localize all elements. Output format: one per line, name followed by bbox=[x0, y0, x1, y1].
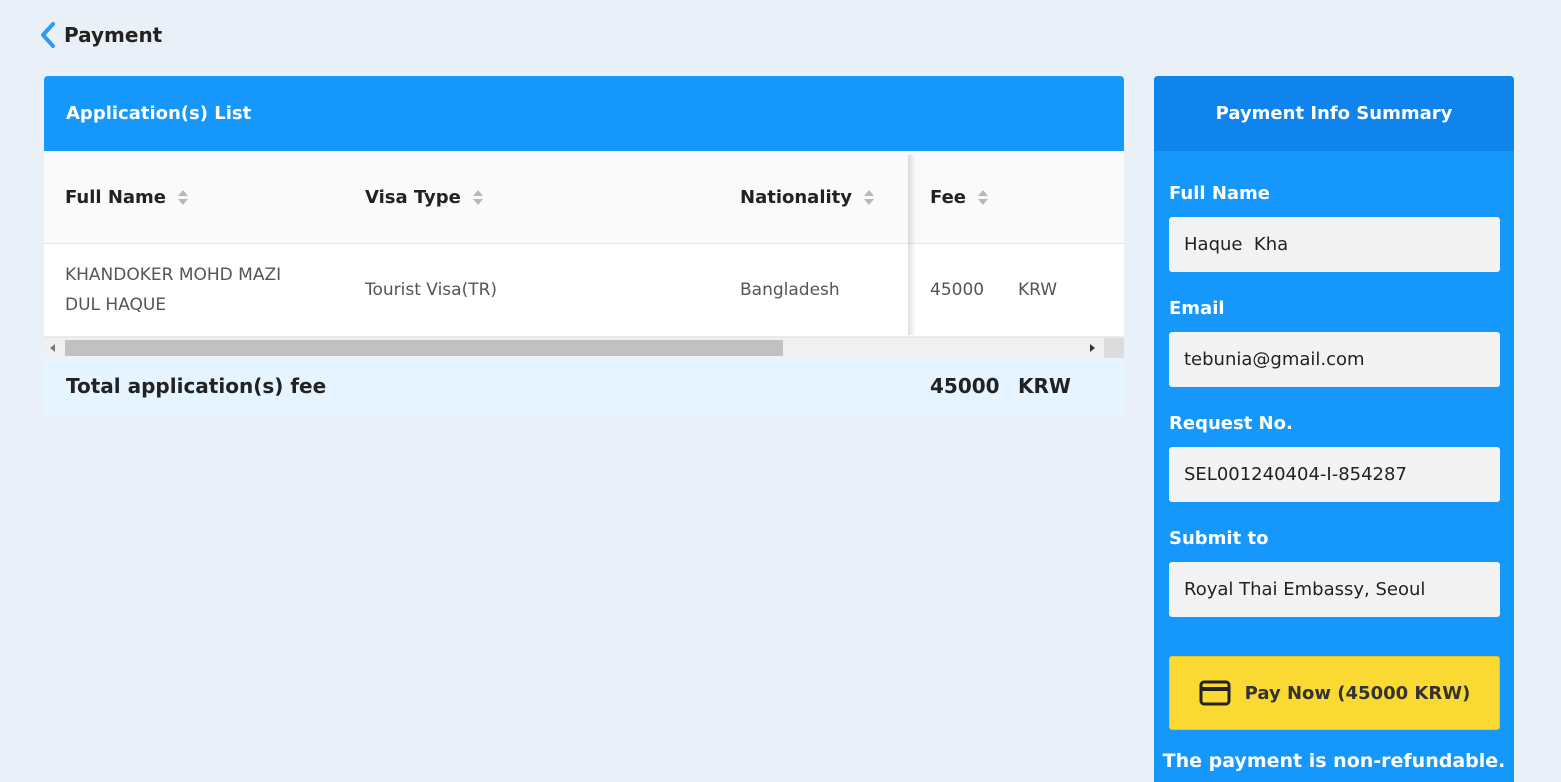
cell-fee: 45000 bbox=[930, 280, 985, 300]
chevron-left-icon[interactable] bbox=[36, 20, 60, 50]
table-header: Full Name Visa Type Nationality Fee bbox=[44, 151, 1124, 244]
request-no-label: Request No. bbox=[1169, 413, 1293, 434]
applications-table: Full Name Visa Type Nationality Fee KHAN… bbox=[44, 151, 1124, 358]
column-label: Nationality bbox=[740, 186, 852, 208]
credit-card-icon bbox=[1199, 680, 1231, 706]
total-amount: 45000 bbox=[930, 374, 1000, 398]
scroll-right-arrow-icon[interactable] bbox=[1090, 344, 1095, 352]
column-header-full-name[interactable]: Full Name bbox=[65, 151, 188, 243]
cell-nationality: Bangladesh bbox=[740, 280, 840, 300]
sort-icon[interactable] bbox=[472, 189, 483, 205]
sort-icon[interactable] bbox=[977, 189, 988, 205]
column-header-nationality[interactable]: Nationality bbox=[740, 151, 874, 243]
email-label: Email bbox=[1169, 298, 1225, 319]
page-title: Payment bbox=[64, 23, 163, 47]
summary-header: Payment Info Summary bbox=[1154, 76, 1514, 151]
fixed-column-shadow bbox=[908, 155, 916, 335]
summary-title: Payment Info Summary bbox=[1215, 103, 1453, 124]
applications-title: Application(s) List bbox=[66, 103, 252, 124]
column-header-fee[interactable]: Fee bbox=[930, 151, 988, 243]
total-currency: KRW bbox=[1018, 374, 1071, 398]
applications-card: Application(s) List Full Name Visa Type … bbox=[44, 76, 1124, 414]
page-header: Payment bbox=[36, 20, 162, 50]
table-row: KHANDOKER MOHD MAZI DUL HAQUE Tourist Vi… bbox=[44, 244, 1124, 337]
pay-now-button[interactable]: Pay Now (45000 KRW) bbox=[1169, 656, 1500, 730]
column-label: Fee bbox=[930, 186, 966, 208]
sort-icon[interactable] bbox=[178, 189, 188, 205]
scrollbar-corner bbox=[1104, 338, 1124, 358]
email-field[interactable]: tebunia@gmail.com bbox=[1169, 332, 1500, 387]
total-label: Total application(s) fee bbox=[66, 374, 327, 398]
request-no-field[interactable]: SEL001240404-I-854287 bbox=[1169, 447, 1500, 502]
non-refundable-note: The payment is non-refundable. bbox=[1162, 750, 1506, 772]
total-row: Total application(s) fee 45000 KRW bbox=[44, 358, 1124, 414]
scrollbar-thumb[interactable] bbox=[65, 340, 783, 356]
submit-to-label: Submit to bbox=[1169, 528, 1269, 549]
full-name-label: Full Name bbox=[1169, 183, 1270, 204]
cell-visa-type: Tourist Visa(TR) bbox=[365, 280, 498, 300]
column-label: Full Name bbox=[65, 186, 166, 208]
applications-card-header: Application(s) List bbox=[44, 76, 1124, 151]
sort-icon[interactable] bbox=[864, 189, 874, 205]
full-name-field[interactable]: Haque Kha bbox=[1169, 217, 1500, 272]
column-label: Visa Type bbox=[365, 186, 461, 208]
scroll-left-arrow-icon[interactable] bbox=[50, 344, 55, 352]
pay-now-label: Pay Now (45000 KRW) bbox=[1244, 682, 1471, 704]
horizontal-scrollbar[interactable] bbox=[44, 337, 1124, 358]
payment-summary-panel: Payment Info Summary Full Name Haque Kha… bbox=[1154, 76, 1514, 782]
submit-to-field[interactable]: Royal Thai Embassy, Seoul bbox=[1169, 562, 1500, 617]
cell-full-name: KHANDOKER MOHD MAZI DUL HAQUE bbox=[65, 265, 282, 315]
column-header-visa-type[interactable]: Visa Type bbox=[365, 151, 483, 243]
cell-currency: KRW bbox=[1018, 280, 1058, 300]
